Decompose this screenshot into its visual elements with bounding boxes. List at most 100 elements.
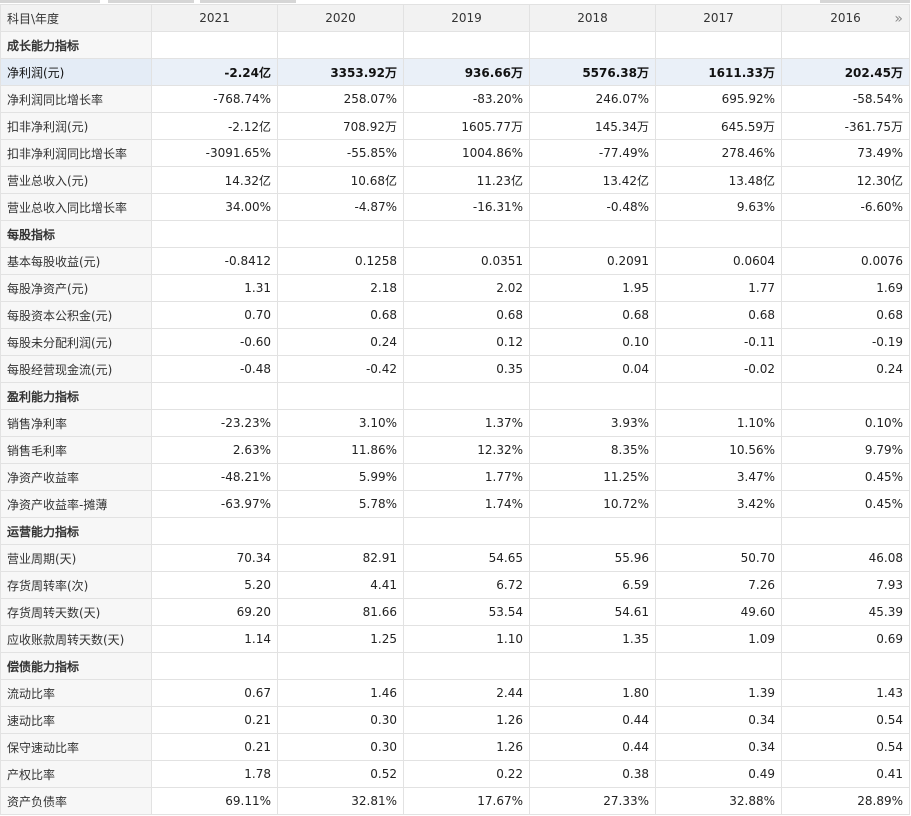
row-label: 净利润同比增长率 [0,85,152,113]
value-cell: 0.0604 [655,247,782,275]
row-label: 每股净资产(元) [0,274,152,302]
row-label: 扣非净利润(元) [0,112,152,140]
value-cell: 1.37% [403,409,530,437]
section-title: 盈利能力指标 [0,382,152,410]
value-cell: 0.0076 [781,247,910,275]
tab-indicator [0,0,100,3]
empty-cell [277,517,404,545]
value-cell: 258.07% [277,85,404,113]
value-cell: 1.74% [403,490,530,518]
value-cell: 0.38 [529,760,656,788]
table-row: 销售毛利率 2.63% 11.86% 12.32% 8.35% 10.56% 9.79% [0,436,910,464]
empty-cell [655,517,782,545]
table-row: 净资产收益率 -48.21% 5.99% 1.77% 11.25% 3.47% 0.45% [0,463,910,491]
row-label: 扣非净利润同比增长率 [0,139,152,167]
empty-cell [277,220,404,248]
value-cell: 0.54 [781,706,910,734]
value-cell: 1.69 [781,274,910,302]
value-cell: -83.20% [403,85,530,113]
value-cell: 1.31 [151,274,278,302]
value-cell: 9.79% [781,436,910,464]
value-cell: 8.35% [529,436,656,464]
value-cell: 12.32% [403,436,530,464]
value-cell: 3353.92万 [277,58,404,86]
empty-cell [403,31,530,59]
section-title: 偿债能力指标 [0,652,152,680]
empty-cell [781,31,910,59]
value-cell: 4.41 [277,571,404,599]
row-label: 保守速动比率 [0,733,152,761]
value-cell: 1611.33万 [655,58,782,86]
value-cell: 0.68 [403,301,530,329]
value-cell: 1.10% [655,409,782,437]
value-cell: 0.69 [781,625,910,653]
section-header-row: 盈利能力指标 [0,382,910,410]
value-cell: 145.34万 [529,112,656,140]
value-cell: 0.24 [277,328,404,356]
table-row: 净利润同比增长率 -768.74% 258.07% -83.20% 246.07% 695… [0,85,910,113]
value-cell: 2.02 [403,274,530,302]
row-label: 销售毛利率 [0,436,152,464]
value-cell: 0.21 [151,733,278,761]
table-row: 保守速动比率 0.21 0.30 1.26 0.44 0.34 0.54 [0,733,910,761]
section-title: 运营能力指标 [0,517,152,545]
value-cell: 0.52 [277,760,404,788]
row-label: 流动比率 [0,679,152,707]
value-cell: 0.49 [655,760,782,788]
year-column-header-label[interactable]: 2016 [830,11,861,25]
year-column-header[interactable]: 2021 [151,4,278,32]
empty-cell [277,652,404,680]
double-chevron-right-icon[interactable]: » [894,11,903,27]
empty-cell [403,652,530,680]
table-row: 净利润(元) -2.24亿 3353.92万 936.66万 5576.38万 1611.… [0,58,910,86]
value-cell: 1.95 [529,274,656,302]
value-cell: 13.42亿 [529,166,656,194]
value-cell: -0.02 [655,355,782,383]
year-column-header[interactable]: 2017 [655,4,782,32]
value-cell: 17.67% [403,787,530,815]
header-label: 科目\年度 [0,4,152,32]
value-cell: 0.68 [529,301,656,329]
table-row: 流动比率 0.67 1.46 2.44 1.80 1.39 1.43 [0,679,910,707]
year-column-header[interactable]: 2020 [277,4,404,32]
empty-cell [403,382,530,410]
empty-cell [529,220,656,248]
year-column-header[interactable]: 2018 [529,4,656,32]
value-cell: 1.26 [403,706,530,734]
value-cell: -0.11 [655,328,782,356]
value-cell: 13.48亿 [655,166,782,194]
value-cell: -0.8412 [151,247,278,275]
value-cell: 10.72% [529,490,656,518]
value-cell: 54.61 [529,598,656,626]
row-label: 应收账款周转天数(天) [0,625,152,653]
value-cell: 0.10% [781,409,910,437]
row-label: 营业总收入同比增长率 [0,193,152,221]
value-cell: 1.39 [655,679,782,707]
value-cell: 14.32亿 [151,166,278,194]
value-cell: 5576.38万 [529,58,656,86]
value-cell: 55.96 [529,544,656,572]
section-header-row: 偿债能力指标 [0,652,910,680]
section-title: 每股指标 [0,220,152,248]
value-cell: -2.24亿 [151,58,278,86]
table-row: 存货周转率(次) 5.20 4.41 6.72 6.59 7.26 7.93 [0,571,910,599]
year-column-header[interactable]: 2019 [403,4,530,32]
value-cell: 645.59万 [655,112,782,140]
value-cell: 1.80 [529,679,656,707]
value-cell: 73.49% [781,139,910,167]
value-cell: 9.63% [655,193,782,221]
value-cell: 11.86% [277,436,404,464]
value-cell: 1605.77万 [403,112,530,140]
value-cell: -63.97% [151,490,278,518]
row-label: 净利润(元) [0,58,152,86]
value-cell: -3091.65% [151,139,278,167]
value-cell: 0.21 [151,706,278,734]
row-label: 每股未分配利润(元) [0,328,152,356]
value-cell: 6.72 [403,571,530,599]
value-cell: 69.20 [151,598,278,626]
value-cell: 0.0351 [403,247,530,275]
value-cell: 3.93% [529,409,656,437]
section-title: 成长能力指标 [0,31,152,59]
value-cell: 0.30 [277,733,404,761]
empty-cell [655,382,782,410]
